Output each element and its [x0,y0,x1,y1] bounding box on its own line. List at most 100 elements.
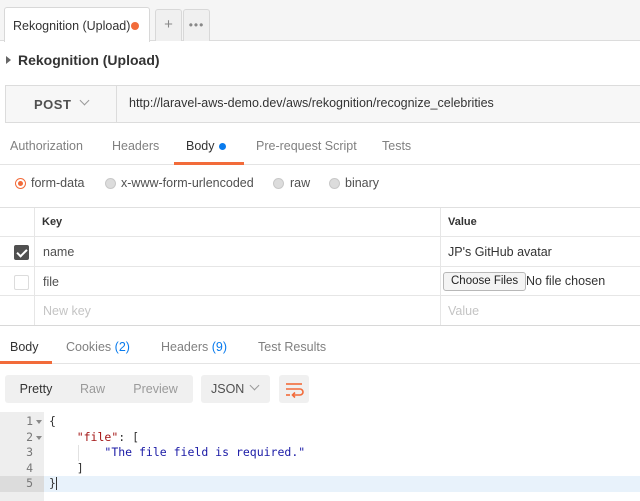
new-key-input[interactable]: New key [43,304,91,318]
radio-label-form-data[interactable]: form-data [31,176,85,190]
url-bar: POST http://laravel-aws-demo.dev/aws/rek… [5,85,640,123]
response-tab-cookies[interactable]: Cookies (2) [66,340,130,354]
view-pretty-button[interactable]: Pretty [5,375,67,403]
radio-raw[interactable] [273,178,284,189]
table-row: file Choose Files No file chosen [0,267,640,296]
row-key-input[interactable]: name [43,245,74,259]
row-key-input[interactable]: file [43,275,59,289]
request-title[interactable]: Rekognition (Upload) [18,52,160,68]
row-enabled-checkbox[interactable] [14,245,29,260]
text-cursor [55,477,57,490]
line-number-cell: 3 [0,445,44,461]
code-line: 4 ] [0,461,640,477]
code-token: ] [76,460,84,475]
line-number-cell: 4 [0,461,44,477]
language-select[interactable]: JSON [201,375,270,403]
active-tab-indicator [174,162,244,165]
row-check-cell [0,296,35,325]
radio-label-binary[interactable]: binary [345,176,379,190]
row-value-cell: Choose Files No file chosen [441,267,640,295]
table-row: name JP's GitHub avatar [0,237,640,267]
new-value-cell[interactable]: Value [441,296,640,325]
radio-binary[interactable] [329,178,340,189]
radio-label-raw[interactable]: raw [290,176,310,190]
unsaved-changes-dot [131,22,139,30]
code-text: "The file field is required." [49,445,305,461]
header-check-cell [0,208,35,236]
row-value-cell[interactable]: JP's GitHub avatar [441,237,640,266]
row-enabled-checkbox[interactable] [14,275,29,290]
new-value-input[interactable]: Value [448,304,479,318]
request-tabs: Authorization Headers Body Pre-request S… [0,131,640,165]
headers-label: Headers [161,340,209,354]
cookies-label: Cookies [66,340,112,354]
fold-arrow-icon[interactable] [36,435,42,440]
table-row-new: New key Value [0,296,640,326]
wrap-lines-button[interactable] [279,375,309,403]
response-tab-body[interactable]: Body [10,340,39,354]
value-column-header: Value [448,216,477,228]
code-text: { [49,414,56,430]
tab-body[interactable]: Body [186,139,215,153]
radio-x-www-form-urlencoded[interactable] [105,178,116,189]
headers-count: (9) [211,340,228,354]
tab-pre-request-script[interactable]: Pre-request Script [256,139,357,153]
row-check-cell [0,237,35,266]
code-text: "file": [ [49,430,139,446]
chevron-down-icon [249,380,260,391]
new-key-cell[interactable]: New key [35,296,441,325]
code-token: : [ [118,429,140,444]
line-number: 4 [26,460,33,475]
response-tab-test-results[interactable]: Test Results [258,340,326,354]
tab-headers[interactable]: Headers [112,139,159,153]
form-data-table: Key Value name JP's GitHub avatar file C… [0,207,640,326]
method-label: POST [34,97,72,112]
line-number-cell: 1 [0,414,44,430]
code-line: 2 "file": [ [0,430,640,446]
json-string-token: "The file field is required." [104,445,306,459]
code-text: ] [49,461,84,477]
line-number: 5 [26,476,33,490]
line-number: 1 [26,414,33,428]
header-key-cell: Key [35,208,441,236]
radio-label-x-www-form-urlencoded[interactable]: x-www-form-urlencoded [121,176,254,190]
request-tab-rekognition-upload[interactable]: Rekognition (Upload) [4,7,150,42]
line-number: 3 [26,445,33,459]
choose-files-button[interactable]: Choose Files [443,272,527,291]
tab-tests[interactable]: Tests [382,139,411,153]
row-value-input[interactable]: JP's GitHub avatar [448,245,552,259]
code-line-active: 5 } [0,476,640,492]
request-tab-bar: Rekognition (Upload) + ••• [0,0,640,42]
row-key-cell[interactable]: name [35,237,441,266]
line-number-cell: 2 [0,430,44,446]
caret-right-icon[interactable] [6,56,11,64]
code-text: } [49,476,57,492]
file-status-text: No file chosen [526,274,606,288]
header-value-cell: Value [441,208,640,236]
body-modified-dot [219,143,226,150]
new-tab-button[interactable]: + [155,9,182,41]
code-line: 1 { [0,414,640,430]
radio-form-data[interactable] [15,178,26,189]
active-response-tab-indicator [0,361,52,364]
chevron-down-icon [79,95,90,106]
url-input[interactable]: http://laravel-aws-demo.dev/aws/rekognit… [129,96,494,110]
response-tab-headers[interactable]: Headers (9) [161,340,227,354]
code-token: } [49,476,56,490]
request-title-row: Rekognition (Upload) [0,41,640,79]
view-raw-button[interactable]: Raw [67,375,118,403]
key-column-header: Key [42,216,63,228]
more-tabs-button[interactable]: ••• [183,9,210,41]
tab-authorization[interactable]: Authorization [10,139,83,153]
code-line: 3 "The file field is required." [0,445,640,461]
view-preview-button[interactable]: Preview [118,375,193,403]
view-mode-toggle: Pretty Raw Preview [5,375,193,403]
response-tabs: Body Cookies (2) Headers (9) Test Result… [0,332,640,364]
json-key-token: "file" [76,429,119,444]
body-mode-selector: form-data x-www-form-urlencoded raw bina… [0,170,640,198]
fold-arrow-icon[interactable] [36,420,42,424]
response-body-editor[interactable]: 1 { 2 "file": [ 3 "The file field is req… [0,412,640,501]
method-select[interactable]: POST [6,86,117,122]
line-number: 2 [26,429,33,444]
row-key-cell[interactable]: file [35,267,441,295]
